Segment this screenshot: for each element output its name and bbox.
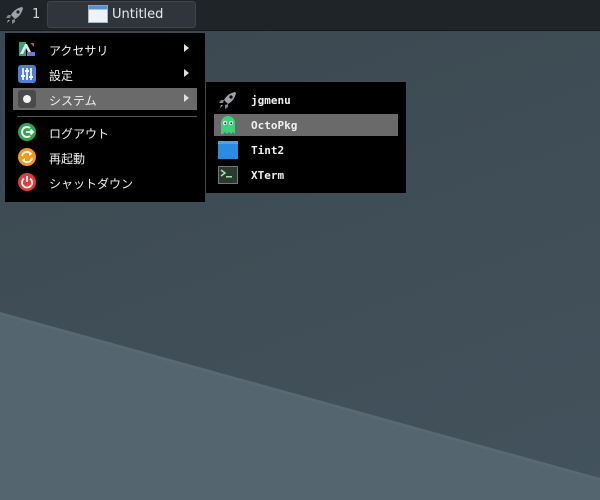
system-icon (18, 90, 36, 108)
main-menu: アクセサリ 設定 システム ログアウト 再起動 シャットダウン (5, 33, 205, 202)
menu-item-system[interactable]: システム (13, 88, 197, 110)
menu-separator (17, 116, 197, 117)
chevron-right-icon (184, 44, 189, 52)
rocket-icon[interactable] (5, 5, 25, 25)
submenu-item-label: jgmenu (251, 94, 291, 107)
logout-icon (18, 123, 36, 141)
octopkg-icon (221, 116, 235, 134)
menu-item-label: システム (49, 94, 97, 108)
accessories-icon (19, 42, 35, 56)
submenu-item-label: XTerm (251, 169, 285, 182)
task-button-untitled[interactable]: Untitled (47, 1, 196, 28)
menu-item-shutdown[interactable]: シャットダウン (13, 171, 197, 193)
chevron-right-icon (184, 94, 189, 102)
taskbar: 1 Untitled (0, 0, 600, 31)
workspace-number[interactable]: 1 (32, 7, 40, 22)
power-icon (18, 173, 36, 191)
menu-item-reboot[interactable]: 再起動 (13, 146, 197, 168)
menu-item-settings[interactable]: 設定 (13, 63, 197, 85)
submenu-item-label: OctoPkg (251, 119, 298, 132)
settings-icon (18, 65, 36, 83)
submenu-item-tint2[interactable]: Tint2 (214, 139, 398, 161)
menu-item-label: 再起動 (49, 152, 86, 166)
chevron-right-icon (184, 69, 189, 77)
submenu-item-octopkg[interactable]: OctoPkg (214, 114, 398, 136)
task-title: Untitled (112, 7, 164, 22)
tint2-icon (218, 141, 238, 159)
submenu-item-label: Tint2 (251, 144, 285, 157)
desktop: 1 Untitled アクセサリ 設定 システム ログアウト 再起動 シャットダ… (0, 0, 600, 500)
menu-item-label: アクセサリ (49, 44, 109, 58)
menu-item-label: シャットダウン (49, 177, 134, 191)
reboot-icon (18, 148, 36, 166)
window-icon (88, 5, 108, 23)
menu-item-accessories[interactable]: アクセサリ (13, 38, 197, 60)
menu-item-logout[interactable]: ログアウト (13, 121, 197, 143)
rocket-icon (219, 92, 236, 109)
submenu-item-xterm[interactable]: XTerm (214, 164, 398, 186)
submenu-item-jgmenu[interactable]: jgmenu (214, 89, 398, 111)
menu-item-label: ログアウト (49, 127, 110, 141)
terminal-icon (218, 166, 238, 184)
menu-item-label: 設定 (49, 69, 74, 83)
system-submenu: jgmenu OctoPkg Tint2 XTerm (206, 82, 406, 193)
